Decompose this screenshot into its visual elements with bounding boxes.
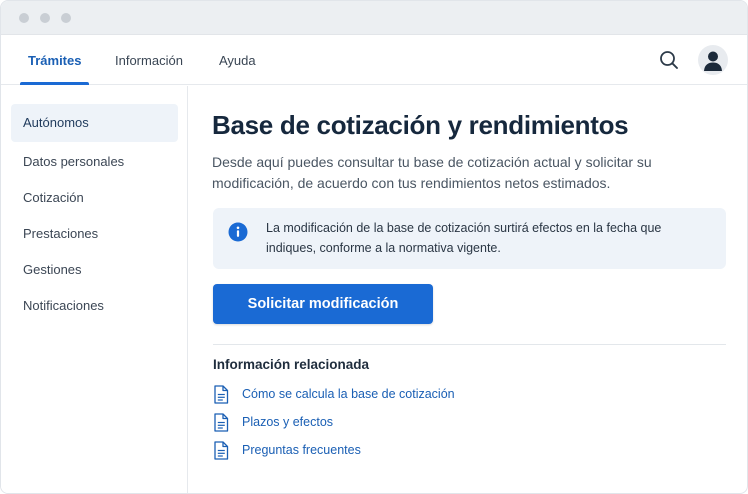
info-notice-text: La modificación de la base de cotización…	[266, 221, 662, 255]
link-como-se-calcula[interactable]: Cómo se calcula la base de cotización	[213, 385, 455, 405]
sidebar-item-datos-personales[interactable]: Datos personales	[11, 143, 178, 181]
tab-tramites[interactable]: Trámites	[19, 35, 91, 85]
document-icon	[214, 413, 229, 432]
link-preguntas-frecuentes[interactable]: Preguntas frecuentes	[213, 441, 383, 461]
search-icon	[660, 51, 678, 69]
window-titlebar	[1, 1, 747, 35]
window-control-maximize[interactable]	[61, 13, 71, 23]
sidebar-item-notificaciones[interactable]: Notificaciones	[11, 287, 178, 325]
sidebar-item-autonomos[interactable]: Autónomos	[11, 104, 178, 142]
search-button[interactable]	[657, 48, 681, 72]
tab-informacion[interactable]: Información	[115, 35, 183, 85]
document-icon	[214, 441, 229, 460]
main-content: Base de cotización y rendimientos Desde …	[188, 86, 747, 493]
section-divider	[213, 344, 726, 345]
solicitar-modificacion-button[interactable]: Solicitar modificación	[213, 284, 433, 324]
sidebar: Autónomos Datos personales Cotización Pr…	[1, 86, 188, 493]
browser-window: Trámites Información Ayuda Autónomos Dat…	[0, 0, 748, 494]
sidebar-item-gestiones[interactable]: Gestiones	[11, 251, 178, 289]
user-avatar-button[interactable]	[698, 45, 728, 75]
tab-ayuda[interactable]: Ayuda	[219, 35, 256, 85]
sidebar-item-prestaciones[interactable]: Prestaciones	[11, 215, 178, 253]
sidebar-item-cotizacion[interactable]: Cotización	[11, 179, 178, 217]
window-control-close[interactable]	[19, 13, 29, 23]
document-icon	[214, 385, 229, 404]
user-avatar-icon	[704, 51, 722, 71]
page-description: Desde aquí puedes consultar tu base de c…	[212, 154, 652, 191]
page-title: Base de cotización y rendimientos	[212, 110, 629, 140]
top-navigation: Trámites Información Ayuda	[1, 35, 747, 85]
related-link-label: Plazos y efectos	[242, 415, 334, 429]
related-link-label: Cómo se calcula la base de cotización	[242, 387, 455, 401]
related-info-heading: Información relacionada	[213, 357, 370, 372]
link-plazos-efectos[interactable]: Plazos y efectos	[213, 413, 363, 433]
info-notice: La modificación de la base de cotización…	[213, 208, 726, 269]
related-link-label: Preguntas frecuentes	[242, 443, 361, 457]
window-control-minimize[interactable]	[40, 13, 50, 23]
info-icon	[228, 222, 248, 242]
